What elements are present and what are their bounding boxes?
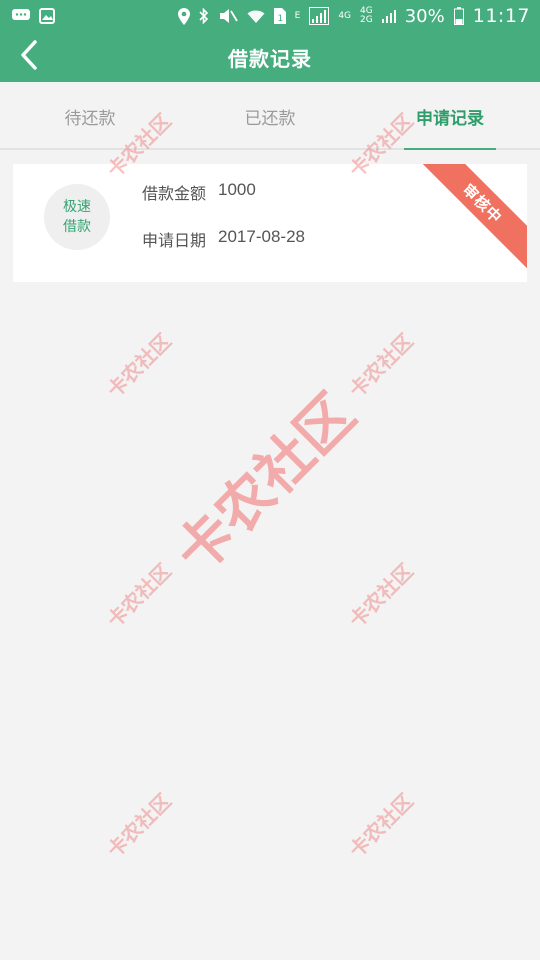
watermark-large: 卡农社区 [163, 381, 368, 587]
date-value: 2017-08-28 [218, 227, 305, 246]
loan-record-card[interactable]: 极速 借款 借款金额 1000 申请日期 2017-08-28 审核中 [13, 164, 527, 282]
sim-icon: 1 [273, 8, 286, 24]
status-right: 1 E 4G 4G 2G 30% 11:17 [177, 5, 530, 27]
tab-repaid[interactable]: 已还款 [220, 82, 320, 150]
status-ribbon: 审核中 [415, 164, 527, 271]
status-left [12, 8, 55, 24]
product-name-line2: 借款 [63, 219, 91, 235]
message-icon [12, 9, 30, 23]
watermark: 卡农社区 [102, 328, 176, 403]
watermark: 卡农社区 [102, 558, 176, 633]
mute-icon [218, 8, 238, 24]
signal-2-icon [381, 9, 396, 23]
product-name-line1: 极速 [63, 199, 91, 215]
watermark: 卡农社区 [344, 328, 418, 403]
bluetooth-icon [199, 8, 209, 24]
chevron-left-icon [20, 40, 38, 74]
watermark: 卡农社区 [344, 558, 418, 633]
clock: 11:17 [472, 5, 530, 27]
signal-icon [309, 7, 330, 25]
product-badge: 极速 借款 [44, 184, 110, 250]
network-label-4g: 4G [338, 10, 352, 21]
wifi-icon [247, 9, 265, 24]
date-row: 申请日期 2017-08-28 [142, 227, 305, 251]
tab-pending-repayment[interactable]: 待还款 [40, 82, 140, 150]
tab-application-records[interactable]: 申请记录 [404, 82, 496, 150]
battery-percent: 30% [404, 5, 445, 27]
amount-row: 借款金额 1000 [142, 180, 256, 204]
app-header: 借款记录 [0, 32, 540, 82]
amount-label: 借款金额 [142, 184, 207, 203]
page-title: 借款记录 [228, 46, 312, 71]
back-button[interactable] [20, 32, 60, 82]
amount-value: 1000 [218, 180, 256, 199]
watermark: 卡农社区 [344, 788, 418, 863]
svg-text:1: 1 [277, 14, 283, 24]
image-icon [39, 8, 55, 24]
watermark: 卡农社区 [102, 788, 176, 863]
status-bar: 1 E 4G 4G 2G 30% 11:17 [0, 0, 540, 32]
network-label-2g: 2G [360, 15, 373, 25]
location-icon [177, 7, 190, 25]
network-type-e: E [294, 10, 301, 21]
date-label: 申请日期 [142, 231, 207, 250]
battery-icon [453, 7, 464, 25]
tab-bar: 待还款 已还款 申请记录 [0, 82, 540, 150]
network-stack: 4G 2G [360, 7, 373, 25]
active-tab-indicator [404, 148, 496, 150]
